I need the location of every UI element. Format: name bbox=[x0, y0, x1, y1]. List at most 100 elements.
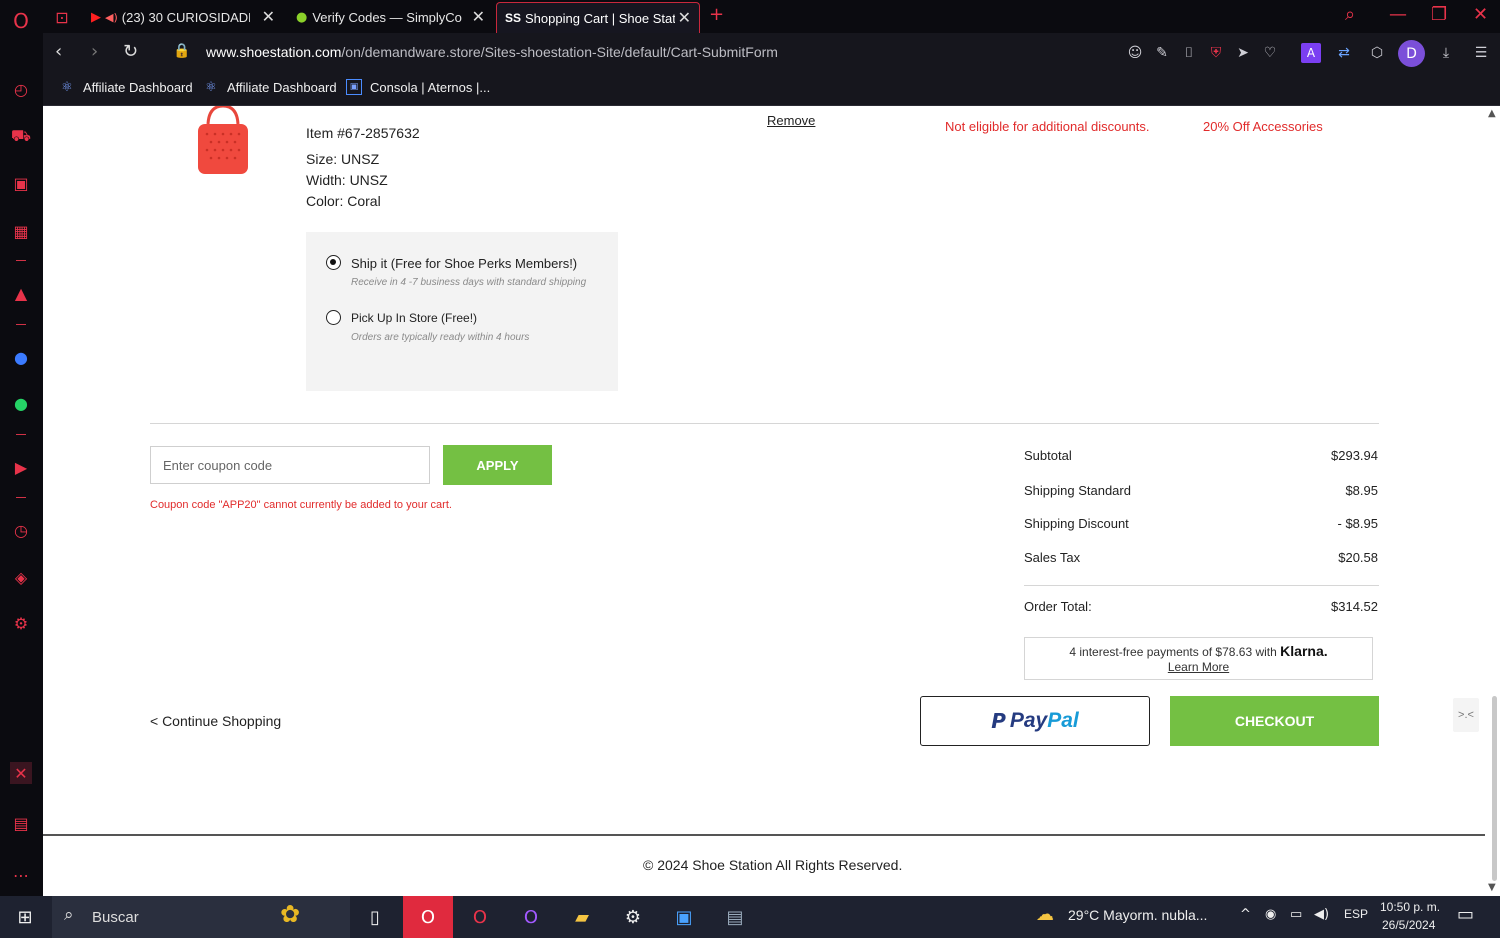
tray-chevron-icon[interactable]: ^ bbox=[1240, 907, 1251, 922]
opera-taskbar-icon[interactable]: O bbox=[403, 896, 453, 938]
search-tabs-icon[interactable]: ⌕ bbox=[1345, 4, 1355, 25]
network-app-icon[interactable]: ▤ bbox=[710, 896, 760, 938]
translate-icon[interactable]: ⇄ bbox=[1334, 43, 1354, 63]
chat-widget-icon[interactable]: >.< bbox=[1453, 698, 1479, 732]
language-indicator[interactable]: ESP bbox=[1344, 907, 1368, 921]
opera-logo-icon[interactable]: O bbox=[10, 9, 32, 33]
history-icon[interactable]: ◷ bbox=[10, 519, 32, 541]
new-tab-icon[interactable]: + bbox=[709, 4, 724, 25]
search-icon: ⌕ bbox=[64, 905, 74, 925]
tab-simplycodes[interactable]: ● Verify Codes — SimplyCodes ✕ bbox=[288, 2, 493, 33]
menu-icon[interactable]: ☰ bbox=[1471, 43, 1491, 63]
camera-icon[interactable]: ⌷ bbox=[1179, 43, 1199, 63]
speaker-icon[interactable]: ◀) bbox=[105, 11, 118, 24]
weather-text[interactable]: 29°C Mayorm. nubla... bbox=[1068, 907, 1207, 923]
pickup-radio[interactable] bbox=[326, 310, 341, 325]
clock-date[interactable]: 26/5/2024 bbox=[1382, 918, 1435, 932]
minimize-icon[interactable]: — bbox=[1389, 4, 1407, 25]
forward-icon[interactable]: › bbox=[91, 41, 98, 62]
tab-youtube[interactable]: ▶ ◀) (23) 30 CURIOSIDADES ✕ bbox=[83, 2, 283, 33]
clock-time[interactable]: 10:50 p. m. bbox=[1380, 900, 1440, 914]
file-explorer-icon[interactable]: ▰ bbox=[557, 896, 607, 938]
close-icon[interactable]: ✕ bbox=[262, 7, 275, 26]
apply-coupon-button[interactable]: APPLY bbox=[443, 445, 552, 485]
control-panel-icon[interactable]: ▣ bbox=[659, 896, 709, 938]
url-field[interactable]: www.shoestation.com/on/demandware.store/… bbox=[206, 44, 778, 60]
bookmark-aternos[interactable]: ▣ Consola | Aternos |... bbox=[346, 79, 490, 95]
speed-dial-icon[interactable]: ◴ bbox=[10, 78, 32, 100]
shipping-discount-value: - $8.95 bbox=[1337, 516, 1378, 531]
product-image[interactable] bbox=[193, 106, 253, 178]
checkout-button[interactable]: CHECKOUT bbox=[1170, 696, 1379, 746]
paypal-pay-text: Pay bbox=[1009, 709, 1048, 732]
share-icon[interactable]: ✎ bbox=[1152, 43, 1172, 63]
send-icon[interactable]: ➤ bbox=[1233, 43, 1253, 63]
gallery-icon[interactable]: ▤ bbox=[10, 812, 32, 834]
notifications-icon[interactable]: ▭ bbox=[1457, 904, 1474, 925]
page-scrollbar[interactable]: ▲ ▼ bbox=[1485, 106, 1500, 896]
whatsapp-icon[interactable]: ● bbox=[10, 392, 32, 414]
player-icon[interactable]: ▶ bbox=[10, 456, 32, 478]
klarna-learn-more[interactable]: Learn More bbox=[1025, 660, 1372, 674]
aria-icon[interactable]: ▲ bbox=[10, 282, 32, 304]
sales-tax-label: Sales Tax bbox=[1024, 550, 1081, 565]
twitch-icon[interactable]: ▣ bbox=[10, 172, 32, 194]
emoji-icon[interactable]: ☺ bbox=[1125, 43, 1145, 63]
cube-icon[interactable]: ◈ bbox=[10, 566, 32, 588]
close-icon[interactable]: ✕ bbox=[472, 7, 485, 26]
vpn-shield-icon[interactable]: ⛨ bbox=[1206, 43, 1226, 63]
coupon-input[interactable] bbox=[150, 446, 430, 484]
shopping-bag-icon[interactable]: ⛟ bbox=[10, 125, 32, 147]
opera-alt-icon[interactable]: O bbox=[506, 896, 556, 938]
back-icon[interactable]: ‹ bbox=[55, 41, 62, 62]
settings-icon[interactable]: ⚙ bbox=[10, 612, 32, 634]
box-icon[interactable]: ⬡ bbox=[1367, 43, 1387, 63]
bookmark-label: Affiliate Dashboard bbox=[83, 79, 193, 95]
pickup-note: Orders are typically ready within 4 hour… bbox=[351, 332, 530, 343]
bookmark-affiliate-2[interactable]: ⚛ Affiliate Dashboard bbox=[203, 79, 336, 95]
ship-label[interactable]: Ship it (Free for Shoe Perks Members!) bbox=[351, 256, 577, 271]
opera-gx-icon[interactable]: O bbox=[455, 896, 505, 938]
flowers-icon: ✿ bbox=[280, 900, 301, 928]
download-icon[interactable]: ⤓ bbox=[1436, 43, 1456, 63]
continue-shopping-link[interactable]: < Continue Shopping bbox=[150, 713, 281, 729]
messenger-icon[interactable]: ● bbox=[10, 346, 32, 368]
meet-icon[interactable]: ◉ bbox=[1265, 907, 1276, 922]
windows-start-icon[interactable]: ⊞ bbox=[0, 896, 50, 938]
extension-a-icon[interactable]: A bbox=[1301, 43, 1321, 63]
volume-icon[interactable]: ◀) bbox=[1314, 907, 1329, 922]
paypal-icon: P bbox=[991, 709, 1006, 733]
more-icon[interactable]: ⋯ bbox=[10, 864, 32, 886]
close-window-icon[interactable]: ✕ bbox=[1473, 4, 1488, 25]
item-number: Item #67-2857632 bbox=[306, 125, 420, 141]
sales-tax-value: $20.58 bbox=[1338, 550, 1378, 565]
footer-divider bbox=[43, 834, 1485, 836]
tab-label: Shopping Cart | Shoe Station bbox=[525, 10, 675, 26]
address-bar: ‹ › ↻ 🔒 www.shoestation.com/on/demandwar… bbox=[43, 33, 1500, 73]
remove-link[interactable]: Remove bbox=[767, 113, 815, 128]
bookmark-affiliate-1[interactable]: ⚛ Affiliate Dashboard bbox=[59, 79, 193, 95]
close-icon[interactable]: ✕ bbox=[678, 8, 691, 27]
extension-icon[interactable]: ▦ bbox=[10, 220, 32, 242]
scroll-up-icon[interactable]: ▲ bbox=[1488, 108, 1496, 119]
scrollbar-thumb[interactable] bbox=[1492, 696, 1497, 881]
search-label: Buscar bbox=[92, 909, 139, 926]
settings-taskbar-icon[interactable]: ⚙ bbox=[608, 896, 658, 938]
tab-shoestation[interactable]: SS Shopping Cart | Shoe Station ✕ bbox=[496, 2, 700, 33]
taskbar-search[interactable]: ⌕ Buscar ✿ bbox=[52, 896, 350, 938]
taskbar: ⊞ ⌕ Buscar ✿ ▯ O O O ▰ ⚙ ▣ ▤ ☁ 29°C Mayo… bbox=[0, 896, 1500, 938]
restore-icon[interactable]: ❐ bbox=[1431, 4, 1447, 25]
scroll-down-icon[interactable]: ▼ bbox=[1488, 882, 1496, 893]
task-view-icon[interactable]: ▯ bbox=[350, 896, 400, 938]
ship-radio[interactable] bbox=[326, 255, 341, 270]
heart-icon[interactable]: ♡ bbox=[1260, 43, 1280, 63]
gamepad-icon[interactable]: ⊡ bbox=[51, 6, 73, 28]
sidebar-app-icon[interactable]: ✕ bbox=[10, 762, 32, 784]
reload-icon[interactable]: ↻ bbox=[123, 41, 138, 62]
paypal-button[interactable]: P Pay Pal bbox=[920, 696, 1150, 746]
klarna-text: 4 interest-free payments of $78.63 with bbox=[1069, 645, 1277, 659]
profile-avatar[interactable]: D bbox=[1398, 40, 1425, 67]
pickup-label[interactable]: Pick Up In Store (Free!) bbox=[351, 311, 477, 325]
network-icon[interactable]: ▭ bbox=[1290, 907, 1302, 922]
divider bbox=[150, 423, 1379, 424]
